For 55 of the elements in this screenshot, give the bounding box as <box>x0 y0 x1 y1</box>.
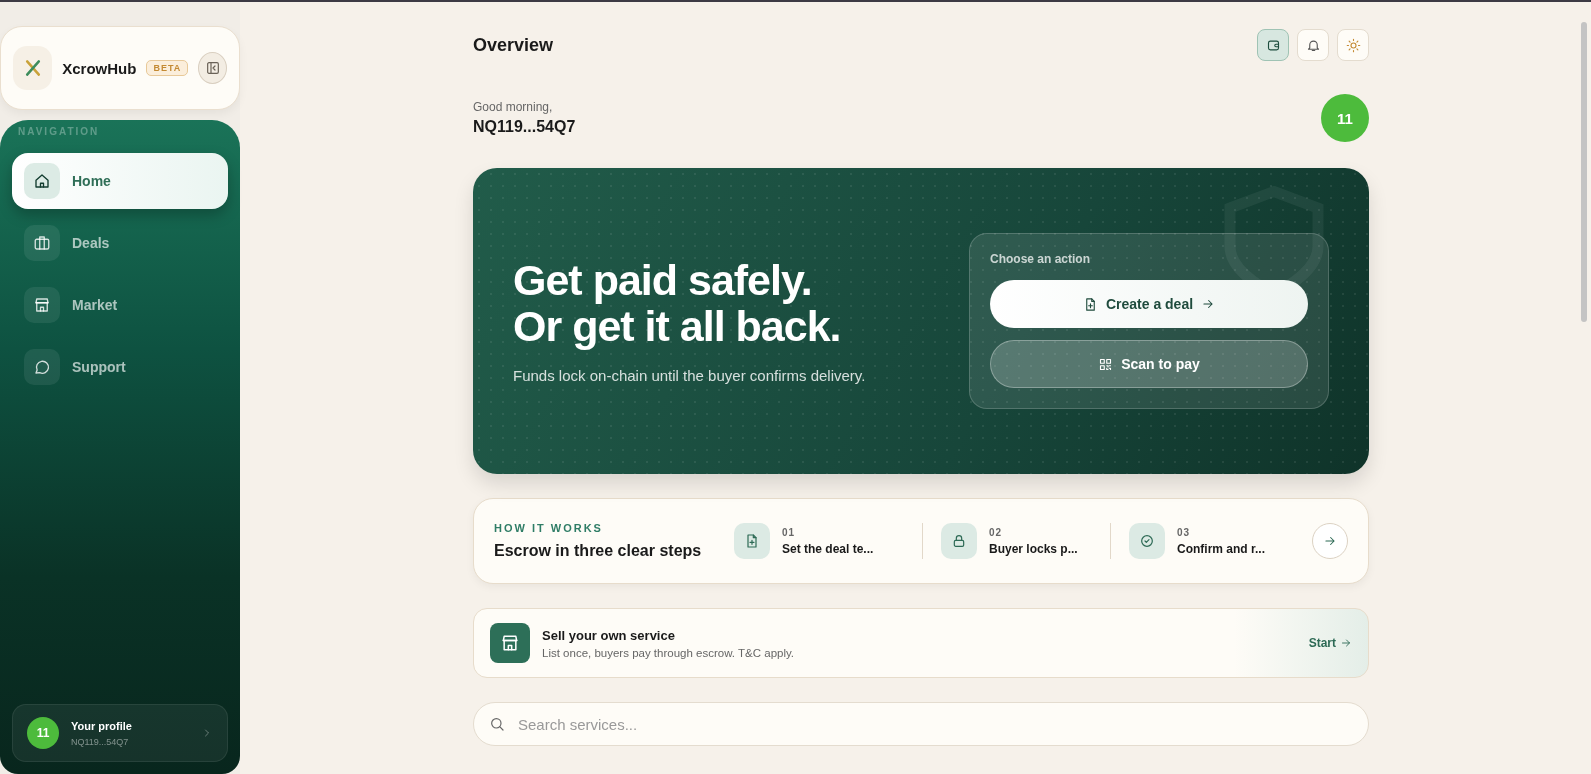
step-number: 01 <box>782 526 797 538</box>
lock-icon <box>951 533 967 549</box>
step-number: 02 <box>989 526 1004 538</box>
arrow-right-icon <box>1323 534 1337 548</box>
wallet-address: NQ119...54Q7 <box>473 118 576 136</box>
create-deal-button[interactable]: Create a deal <box>990 280 1308 328</box>
arrow-right-icon <box>1201 297 1216 311</box>
section-label: HOW IT WORKS <box>494 522 604 534</box>
avatar: 11 <box>1321 94 1369 142</box>
sidebar-collapse-icon <box>204 60 221 76</box>
card-title: Escrow in three clear steps <box>494 542 703 560</box>
profile-button[interactable]: 11 Your profile NQ119...54Q7 <box>12 704 228 762</box>
card-subtitle: List once, buyers pay through escrow. T&C apply. <box>542 646 795 659</box>
wallet-address: NQ119...54Q7 <box>71 736 130 747</box>
scan-to-pay-button[interactable]: Scan to pay <box>990 340 1308 388</box>
collapse-sidebar-button[interactable] <box>198 52 227 84</box>
icon-button[interactable] <box>1337 29 1369 61</box>
store-icon <box>500 633 520 653</box>
beta-badge: BETA <box>146 60 189 76</box>
page-title: Overview <box>473 34 554 56</box>
hero-headline: Get paid safely. Or get it all back. <box>513 258 842 349</box>
sun-icon <box>1345 37 1361 53</box>
qr-code-icon <box>1098 356 1114 372</box>
brand-name: XcrowHub <box>62 59 137 77</box>
scrollbar[interactable] <box>1581 22 1587 322</box>
card-title: Sell your own service <box>542 627 676 643</box>
store-icon <box>33 296 51 314</box>
arrow-right-icon <box>1340 637 1352 649</box>
start-link[interactable]: Start <box>1308 636 1352 650</box>
section-label: NAVIGATION <box>17 125 101 139</box>
search-icon <box>489 716 505 732</box>
icon-button[interactable] <box>1257 29 1289 61</box>
nav-item[interactable]: Support <box>12 339 228 395</box>
search-field[interactable]: Search services... <box>473 702 1369 746</box>
avatar: 11 <box>27 717 59 749</box>
step-label: Buyer locks p... <box>989 541 1078 556</box>
profile-title: Your profile <box>71 719 132 732</box>
hero-subtitle: Funds lock on-chain until the buyer confirms delivery. <box>513 366 866 384</box>
step-number: 03 <box>1177 526 1192 538</box>
check-circle-icon <box>1139 533 1155 549</box>
wallet-icon <box>1265 37 1281 53</box>
greeting-text: Good morning, <box>473 100 554 114</box>
logo-icon <box>13 46 53 90</box>
nav-item[interactable]: Deals <box>12 215 228 271</box>
step-label: Set the deal te... <box>782 541 874 556</box>
nav-item[interactable]: Market <box>12 277 228 333</box>
step-label: Confirm and r... <box>1177 541 1265 556</box>
nav-item[interactable]: Home <box>12 153 228 209</box>
home-icon <box>33 172 51 190</box>
chat-bubble-icon <box>33 358 51 376</box>
notifications-icon <box>1305 37 1321 53</box>
panel-title: Choose an action <box>990 252 1091 266</box>
file-plus-icon <box>744 533 760 549</box>
icon-button[interactable] <box>1297 29 1329 61</box>
briefcase-icon <box>33 234 51 252</box>
